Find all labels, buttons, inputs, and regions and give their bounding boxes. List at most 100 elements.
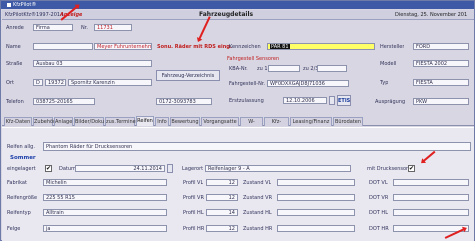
tab-reifen[interactable]: Reifen [136,116,154,126]
tread-fl-field[interactable]: 12 [206,179,238,186]
tab-kfz-codes[interactable]: Kfz-Codes [264,117,289,133]
first-registration-field[interactable]: 12.10.2006 [283,97,327,104]
storage-label: Lagerort [182,166,204,172]
tread-rr-label: Profil HR [183,226,205,232]
name-field[interactable] [33,43,93,50]
tab-vorgangsatte[interactable]: Vorgangsatte [201,117,239,126]
phone2-field[interactable]: 0172-3093783 [156,98,212,105]
tab-zus-termine[interactable]: zus.Termine [105,117,136,126]
manufacturer-label: Hersteller [380,44,405,50]
tire-type-label: Reifentyp [7,210,31,216]
tread-fr-label: Profil VR [183,195,204,201]
brand-field[interactable]: Michelin [43,179,167,186]
phone-field[interactable]: 038725-20165 [33,98,95,105]
stored-checkbox[interactable]: ✔ [45,165,52,172]
record-header: KfzPilotKfz®1997-2014 Anzeige Fahrzeugde… [2,10,474,20]
condition-fr-label: Zustand VR [243,195,273,201]
street-field[interactable]: Ausbau 03 [33,60,152,67]
city-field[interactable]: Spornitz Karenzin [68,79,152,86]
tab-w-hilfen[interactable]: W-Hilfen [240,117,263,133]
tab-kfz-daten[interactable]: Kfz-Daten [4,117,32,126]
pressure-sensor-label: mit Drucksensor [367,166,409,172]
current-date: Dienstag, 25. November 201 [395,12,468,18]
tab-info[interactable]: Info [155,117,169,126]
window-title: KfzPilot® [13,2,37,8]
dot-fl-field[interactable] [393,179,469,186]
stored-label: eingelagert [7,166,36,172]
kba-label: KBA-Nr. [229,66,248,72]
condition-rr-label: Zustand HR [243,226,273,232]
condition-fr-field[interactable] [277,194,355,201]
condition-rl-label: Zustand HL [243,210,272,216]
kba-zu1-label: zu 1 [257,66,268,72]
anrede-field[interactable]: Firma [33,24,73,31]
date-field[interactable]: 24.11.2014 [75,165,165,172]
vin-label: Fahrgestell-Nr. [229,81,266,87]
dot-fr-field[interactable] [393,194,469,201]
variant-field[interactable]: PKW [413,98,469,105]
tab-buerodaten[interactable]: Bürodaten [333,117,363,126]
condition-rr-field[interactable] [277,225,355,232]
kba-zu23-field[interactable] [317,65,347,72]
street-label: Straße [6,61,23,67]
dot-rl-label: DOT HL [369,210,388,216]
condition-rl-field[interactable] [277,209,355,216]
application-window: KfzPilot® KfzPilotKfz®1997-2014 Anzeige … [0,0,475,241]
tab-bewertung[interactable]: Bewertung [170,117,200,126]
name-note-field[interactable]: Meyer Fuhrunternehm [94,43,152,50]
size-field[interactable]: 225 55 R15 [43,194,167,201]
pressure-sensor-checkbox[interactable]: ✔ [408,165,415,172]
calendar-icon[interactable] [329,96,335,105]
sensor-annotation: Fahrgestell Sensoren [227,56,280,62]
tread-rr-field[interactable]: 12 [206,225,238,232]
date-calendar-icon[interactable] [167,164,173,173]
vehicle-list-button[interactable]: Fahrzeug-Verzeichnis [156,70,220,81]
tread-fr-field[interactable]: 12 [206,194,238,201]
city-label: Ort [6,80,14,86]
model-field[interactable]: FIESTA 2002 [413,60,469,67]
anrede-label: Anrede [6,25,24,31]
type-field[interactable]: FIESTA [413,79,469,86]
section-title: Fahrzeugdetails [199,11,254,18]
brand-label: Fabrikat [7,180,27,186]
tab-bar: Kfz-Daten Zubehör Anlage Bilder/Doku zus… [2,116,474,133]
model-label: Modell [380,61,397,67]
season-heading: Sommer [10,155,36,161]
record-label: KfzPilotKfz®1997-2014 [5,12,64,18]
rdks-annotation: Sonu. Räder mit RDS eing. [157,44,232,50]
dot-rr-label: DOT HR [369,226,389,232]
tab-leasing-finanz[interactable]: Leasing/Finanz [290,117,332,126]
first-registration-label: Erstzulassung [229,98,264,104]
dot-rl-field[interactable] [393,209,469,216]
tab-bilder-doku[interactable]: Bilder/Doku [74,117,104,126]
condition-fl-field[interactable] [277,179,355,186]
plate-value: PAR 81 [270,44,290,50]
tread-rl-label: Profil HL [183,210,204,216]
customer-nr-label: Nr. [81,25,88,31]
tires-general-field[interactable]: Phantom Räder für Drucksensoren [43,142,471,151]
phone-label: Telefon [6,99,24,105]
country-field[interactable]: D [33,79,43,86]
storage-field[interactable]: Reifenlager 9 - A [205,165,351,172]
annotation-arrow [198,16,211,41]
tab-anlage[interactable]: Anlage [54,117,73,126]
tread-fl-label: Profil VL [183,180,204,186]
condition-fl-label: Zustand VL [243,180,272,186]
rim-field[interactable]: ja [43,225,167,232]
zip-field[interactable]: 19372 [45,79,66,86]
dot-fl-label: DOT VL [369,180,388,186]
tires-general-label: Reifen allg. [7,144,35,150]
dot-fr-label: DOT VR [369,195,389,201]
app-icon [7,2,11,7]
date-label: Datum [59,166,76,172]
tire-type-field[interactable]: Alltrain [43,209,167,216]
kba-zu1-field[interactable] [268,65,300,72]
vin-field[interactable]: WF0DXXGAJD8J71036 [267,80,349,87]
tread-rl-field[interactable]: 14 [206,209,238,216]
etis-button[interactable]: ETIS [337,95,351,106]
rim-label: Felge [7,226,21,232]
customer-nr-field[interactable]: 11731 [94,24,132,31]
plate-field[interactable]: PAR 81 [267,43,375,50]
manufacturer-field[interactable]: FORD [413,43,469,50]
tab-zubehoer[interactable]: Zubehör [33,117,55,126]
